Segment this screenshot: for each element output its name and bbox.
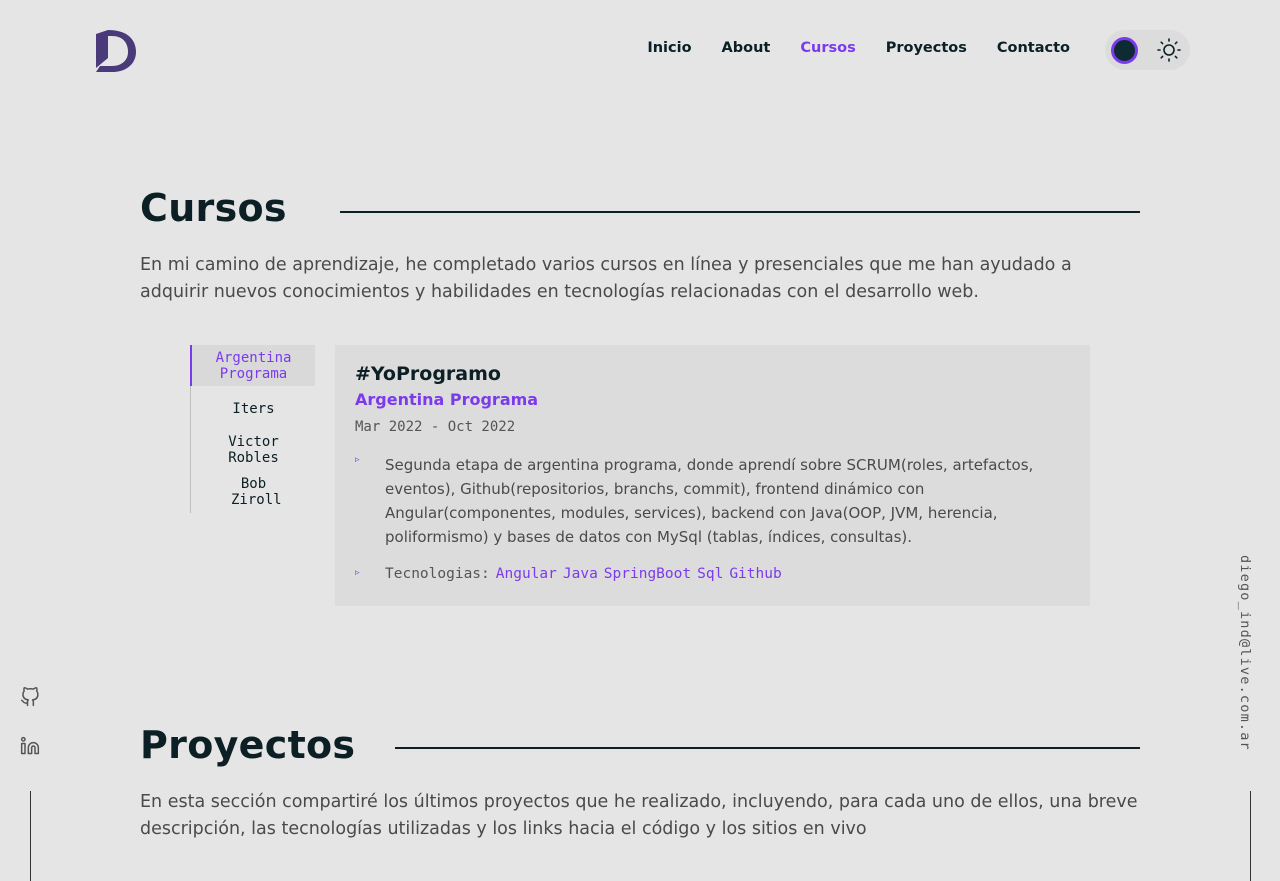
proyectos-divider xyxy=(395,747,1140,749)
sun-icon xyxy=(1157,38,1181,62)
tab-victor-robles[interactable]: Victor Robles xyxy=(191,434,316,466)
cursos-description: En mi camino de aprendizaje, he completa… xyxy=(140,255,1072,302)
tech-github[interactable]: Github xyxy=(729,566,781,582)
tech-sql[interactable]: Sql xyxy=(697,566,723,582)
cursos-divider xyxy=(340,211,1140,213)
tech-row: Tecnologias: Angular Java SpringBoot Sql Gith… xyxy=(385,566,782,582)
nav-about[interactable]: About xyxy=(722,40,771,56)
course-title: #YoProgramo xyxy=(355,363,501,385)
email-link[interactable]: diego_ind@live.com.ar xyxy=(1237,555,1253,751)
toggle-knob xyxy=(1111,37,1138,64)
main-nav: Inicio About Cursos Proyectos Contacto xyxy=(647,40,1070,56)
left-side-line xyxy=(30,791,31,881)
course-bullet: ▹ Segunda etapa de argentina programa, d… xyxy=(355,453,1055,553)
tech-springboot[interactable]: SpringBoot xyxy=(604,566,691,582)
nav-proyectos[interactable]: Proyectos xyxy=(886,40,967,56)
course-date: Mar 2022 - Oct 2022 xyxy=(355,419,516,435)
tech-label: Tecnologias: xyxy=(385,566,490,582)
cursos-tabs: Argentina Programa Iters Victor Robles B… xyxy=(190,345,315,513)
proyectos-title: Proyectos xyxy=(140,723,356,767)
course-org[interactable]: Argentina Programa xyxy=(355,390,538,409)
tab-argentina-programa[interactable]: Argentina Programa xyxy=(190,345,315,386)
nav-inicio[interactable]: Inicio xyxy=(647,40,691,56)
tab-bob-ziroll[interactable]: Bob Ziroll xyxy=(191,476,316,508)
tab-iters[interactable]: Iters xyxy=(191,401,316,417)
theme-toggle[interactable] xyxy=(1105,30,1190,70)
proyectos-description: En esta sección compartiré los últimos p… xyxy=(140,792,1138,839)
course-tech-bullet: ▹ Tecnologias: Angular Java SpringBoot Sql Gi… xyxy=(355,566,1055,586)
course-bullet-text: Segunda etapa de argentina programa, don… xyxy=(385,456,1034,546)
github-icon[interactable] xyxy=(20,687,40,707)
linkedin-icon[interactable] xyxy=(20,736,40,756)
bullet-marker-icon: ▹ xyxy=(355,455,360,465)
nav-contacto[interactable]: Contacto xyxy=(997,40,1070,56)
cursos-title: Cursos xyxy=(140,186,287,230)
tech-angular[interactable]: Angular xyxy=(496,566,557,582)
tech-java[interactable]: Java xyxy=(563,566,598,582)
nav-cursos[interactable]: Cursos xyxy=(800,40,855,56)
bullet-marker-icon: ▹ xyxy=(355,568,360,578)
right-side-line xyxy=(1250,791,1251,881)
header: Inicio About Cursos Proyectos Contacto xyxy=(0,0,1280,100)
course-card: #YoProgramo Argentina Programa Mar 2022 … xyxy=(335,345,1090,606)
logo-icon[interactable] xyxy=(90,28,138,74)
